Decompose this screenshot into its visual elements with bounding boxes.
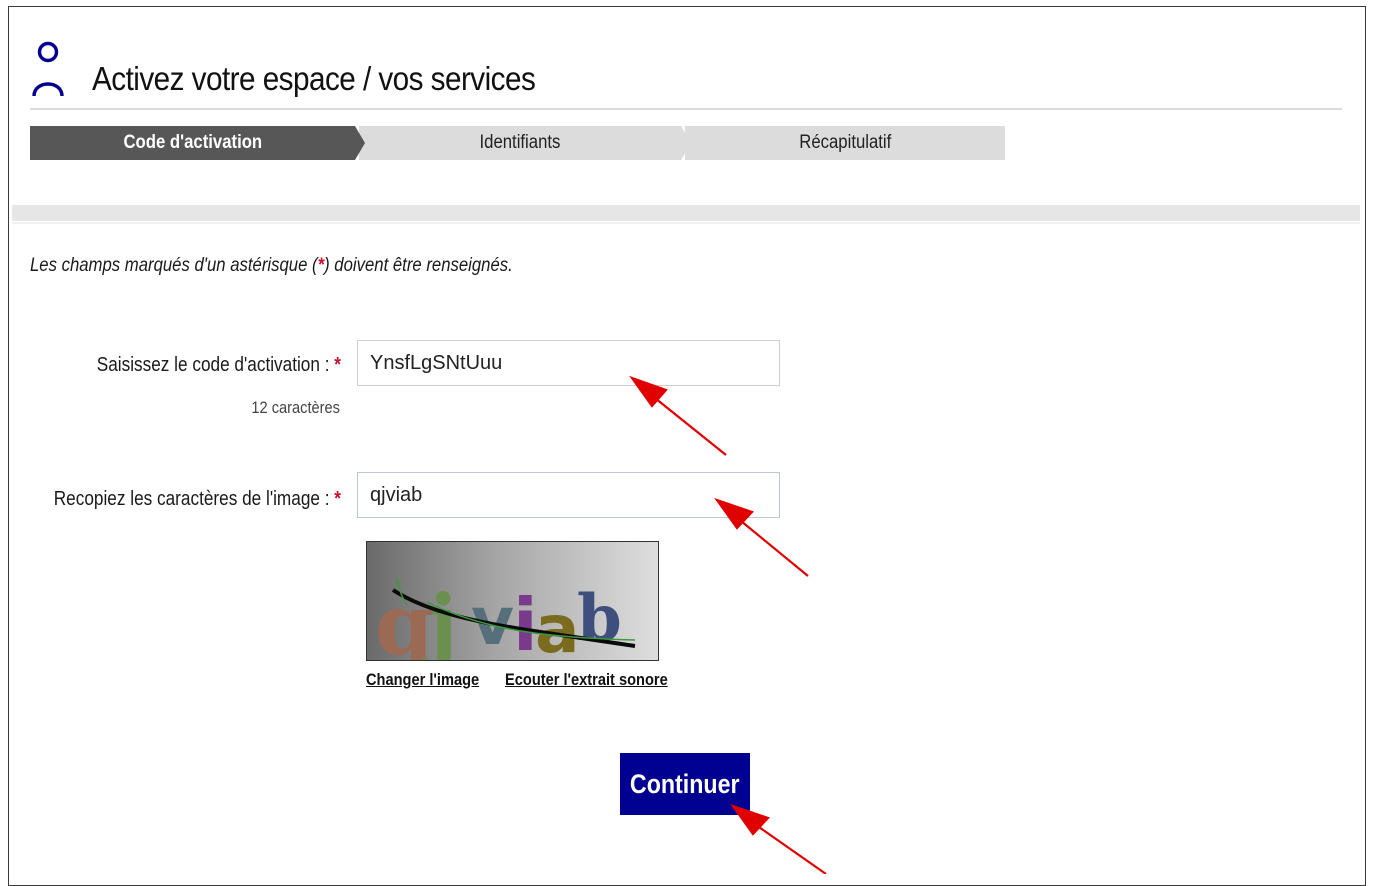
captcha-input[interactable] <box>357 472 780 518</box>
continue-button[interactable]: Continuer <box>620 753 750 815</box>
page-header: Activez votre espace / vos services <box>30 38 1342 110</box>
progress-stepper: Code d'activation Identifiants Récapitul… <box>30 126 1005 160</box>
step-identifiants: Identifiants <box>359 126 681 160</box>
captcha-drawing: q j v i a b <box>375 575 636 661</box>
required-asterisk: * <box>334 354 341 376</box>
activation-code-label: Saisissez le code d'activation : * <box>97 354 341 377</box>
step-code-activation: Code d'activation <box>30 126 355 160</box>
required-asterisk: * <box>334 488 341 510</box>
change-image-link[interactable]: Changer l'image <box>366 670 479 690</box>
audio-captcha-link[interactable]: Ecouter l'extrait sonore <box>505 670 668 690</box>
step-label: Récapitulatif <box>798 132 892 153</box>
activation-code-label-text: Saisissez le code d'activation : <box>96 354 330 376</box>
step-chevron-icon <box>681 126 691 160</box>
continue-button-label: Continuer <box>630 768 740 799</box>
activation-code-input[interactable] <box>357 340 780 386</box>
captcha-glyph: j <box>423 578 457 661</box>
activation-code-hint: 12 caractères <box>251 398 340 417</box>
step-recapitulatif: Récapitulatif <box>685 126 1005 160</box>
captcha-label: Recopiez les caractères de l'image : * <box>54 488 341 511</box>
step-chevron-icon <box>355 126 365 160</box>
captcha-label-text: Recopiez les caractères de l'image : <box>53 488 330 510</box>
step-label: Code d'activation <box>123 132 262 153</box>
required-note-text-end: ) doivent être renseignés. <box>324 255 513 276</box>
captcha-image: q j v i a b <box>366 541 659 661</box>
captcha-glyph: a <box>535 591 580 661</box>
section-divider <box>12 205 1360 221</box>
page-title: Activez votre espace / vos services <box>92 60 536 97</box>
required-fields-note: Les champs marqués d'un astérisque (*) d… <box>30 255 513 277</box>
user-icon <box>32 41 64 97</box>
section-divider-line <box>12 222 1360 224</box>
required-note-text: Les champs marqués d'un astérisque ( <box>30 255 318 276</box>
step-label: Identifiants <box>479 132 561 153</box>
captcha-glyph: i <box>513 583 538 661</box>
captcha-glyph: q <box>375 575 434 661</box>
